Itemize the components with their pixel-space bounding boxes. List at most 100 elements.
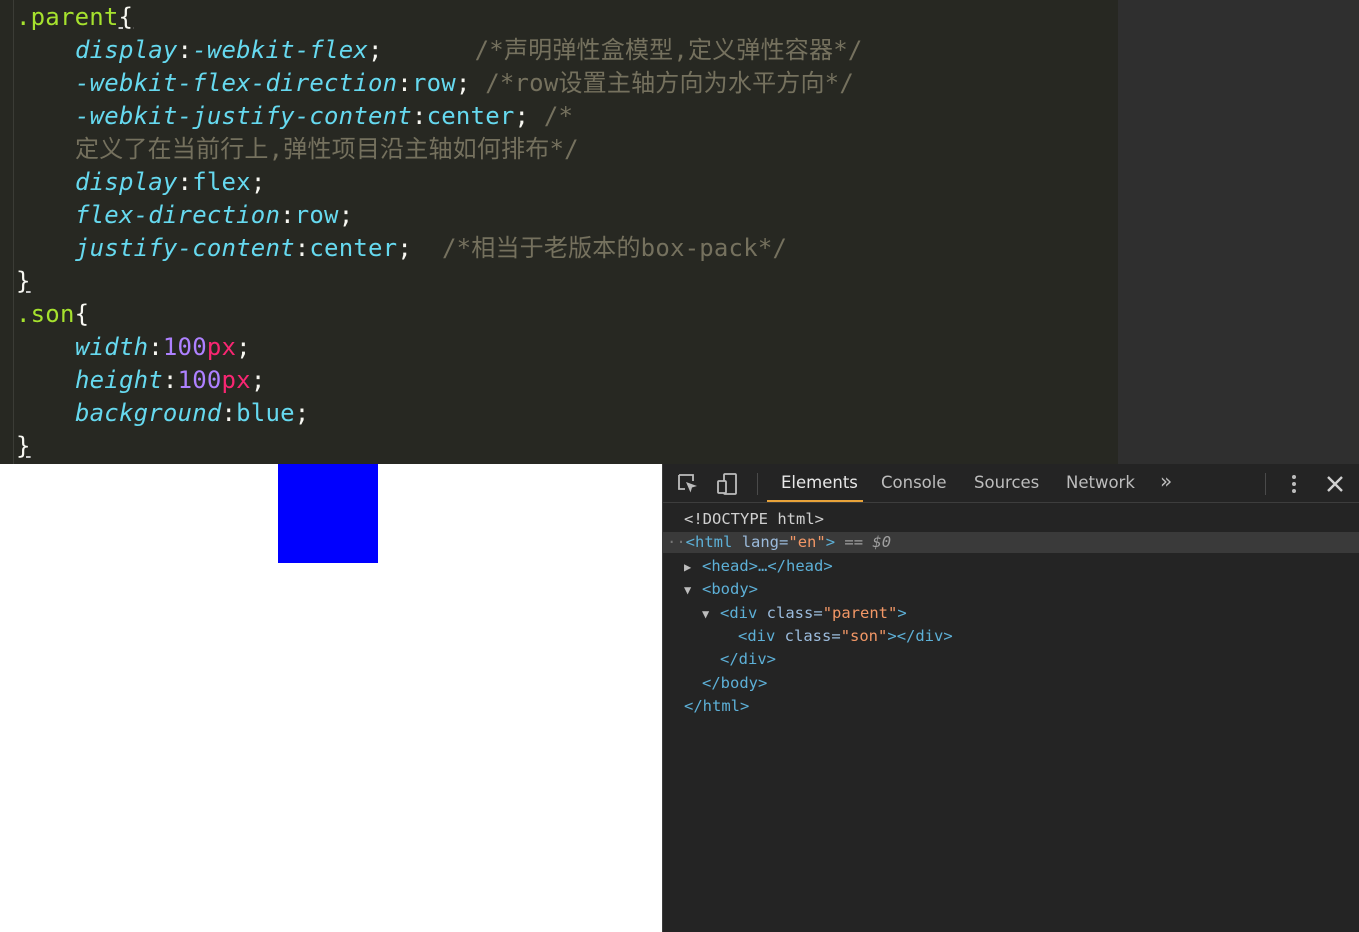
semicolon: ;: [397, 234, 412, 262]
css-value: row: [411, 69, 456, 97]
css-property: flex-direction: [75, 201, 281, 229]
attr-value: "son": [840, 627, 888, 645]
dom-node-html[interactable]: ··<html lang="en"> == $0: [667, 531, 891, 554]
more-tabs-icon[interactable]: »: [1160, 462, 1172, 500]
code-comment: /*声明弹性盒模型,定义弹性容器*/: [474, 36, 863, 64]
css-property: -webkit-flex-direction: [75, 69, 398, 97]
expand-triangle-icon[interactable]: ▶: [684, 556, 702, 579]
kebab-menu-icon[interactable]: [1282, 472, 1306, 496]
eq-text: ==: [844, 533, 864, 551]
css-property: background: [75, 399, 222, 427]
attr-value: "en": [788, 533, 826, 551]
css-number: 100: [177, 366, 222, 394]
colon: :: [177, 168, 193, 196]
devtools-panel[interactable]: Elements Console Sources Network » <!DOC…: [662, 464, 1359, 932]
collapse-triangle-icon[interactable]: ▼: [684, 579, 702, 602]
tag-name: <html: [685, 533, 733, 551]
css-property: display: [75, 36, 178, 64]
device-toolbar-icon[interactable]: [716, 472, 740, 496]
dom-node-div-close[interactable]: </div>: [720, 648, 776, 671]
open-brace: {: [118, 3, 134, 31]
code-line-parent-selector: .parent{: [16, 1, 133, 34]
tab-sources[interactable]: Sources: [974, 464, 1039, 502]
dom-node-body[interactable]: ▼ <body>: [684, 578, 758, 601]
code-editor[interactable]: .parent{ display:-webkit-flex;/*声明弹性盒模型,…: [0, 0, 1118, 464]
selector-parent: .parent: [16, 3, 119, 31]
code-line: width:100px;: [75, 331, 251, 364]
tag-name: <head>…</head>: [702, 557, 833, 575]
code-comment: /*相当于老版本的box-pack*/: [441, 234, 788, 262]
code-line-close: }: [16, 265, 31, 298]
semicolon: ;: [250, 366, 266, 394]
css-value: flex: [192, 168, 251, 196]
devtools-toolbar: Elements Console Sources Network »: [663, 464, 1359, 503]
css-value: blue: [236, 399, 295, 427]
selector-son: .son: [16, 300, 75, 328]
dom-node-html-close[interactable]: </html>: [684, 695, 749, 718]
collapse-triangle-icon[interactable]: ▼: [702, 603, 720, 626]
dom-node-doctype[interactable]: <!DOCTYPE html>: [684, 508, 824, 531]
tag-name: <div: [738, 627, 776, 645]
code-line: justify-content:center; /*相当于老版本的box-pack…: [75, 232, 787, 265]
tag-name: </body>: [702, 674, 768, 692]
css-value: row: [294, 201, 339, 229]
attr-value: "parent": [822, 604, 898, 622]
css-property: width: [75, 333, 149, 361]
code-line: flex-direction:row;: [75, 199, 353, 232]
colon: :: [148, 333, 163, 361]
semicolon: ;: [455, 69, 471, 97]
toolbar-divider: [1265, 473, 1266, 495]
son-box: [278, 464, 378, 563]
dom-node-head[interactable]: ▶ <head>…</head>: [684, 555, 833, 578]
colon: :: [397, 69, 412, 97]
gutter-line: [13, 0, 14, 464]
tab-console[interactable]: Console: [881, 464, 947, 502]
tag-name: </html>: [684, 697, 750, 715]
doctype-text: <!DOCTYPE html>: [684, 510, 824, 528]
code-line: -webkit-justify-content:center; /*: [75, 100, 573, 133]
css-value: center: [309, 234, 398, 262]
css-property: display: [75, 168, 178, 196]
attr-eq: =: [813, 604, 823, 622]
inspect-element-icon[interactable]: [676, 472, 700, 496]
css-unit: px: [221, 366, 251, 394]
code-line: -webkit-flex-direction:row; /*row设置主轴方向为…: [75, 67, 854, 100]
code-line-close: }: [16, 430, 31, 463]
dom-node-div-parent[interactable]: ▼ <div class="parent">: [702, 602, 907, 625]
colon: :: [162, 366, 178, 394]
css-value: center: [426, 102, 515, 130]
code-comment: /*row设置主轴方向为水平方向*/: [485, 69, 854, 97]
semicolon: ;: [236, 333, 251, 361]
css-value: -webkit-flex: [192, 36, 368, 64]
dom-node-body-close[interactable]: </body>: [702, 672, 767, 695]
colon: :: [411, 102, 427, 130]
tag-bracket: >: [897, 604, 907, 622]
attr-name: lang: [741, 533, 780, 551]
attr-name: class: [784, 627, 832, 645]
semicolon: ;: [338, 201, 354, 229]
code-line: background:blue;: [75, 397, 309, 430]
code-line-son-selector: .son{: [16, 298, 89, 331]
dollar0-text: $0: [872, 533, 892, 551]
code-line: height:100px;: [75, 364, 265, 397]
tab-elements[interactable]: Elements: [781, 464, 858, 502]
code-line-wrapped-comment: 定义了在当前行上,弹性项目沿主轴如何排布*/: [75, 133, 579, 166]
close-icon[interactable]: [1323, 472, 1347, 496]
attr-eq: =: [831, 627, 841, 645]
css-number: 100: [162, 333, 207, 361]
semicolon: ;: [294, 399, 310, 427]
css-property: -webkit-justify-content: [75, 102, 412, 130]
css-property: height: [75, 366, 163, 394]
attr-name: class: [766, 604, 814, 622]
semicolon: ;: [368, 36, 383, 64]
open-brace: {: [74, 300, 90, 328]
semicolon: ;: [250, 168, 266, 196]
close-brace: }: [16, 432, 31, 460]
browser-viewport[interactable]: [0, 464, 662, 932]
tab-network[interactable]: Network: [1066, 464, 1135, 502]
dom-node-div-son[interactable]: <div class="son"></div>: [738, 625, 953, 648]
code-line: display:-webkit-flex; /*声明弹性盒模型,定义弹性容器*/: [75, 34, 863, 67]
colon: :: [294, 234, 310, 262]
active-tab-indicator: [767, 500, 863, 502]
code-comment-start: /*: [543, 102, 574, 130]
